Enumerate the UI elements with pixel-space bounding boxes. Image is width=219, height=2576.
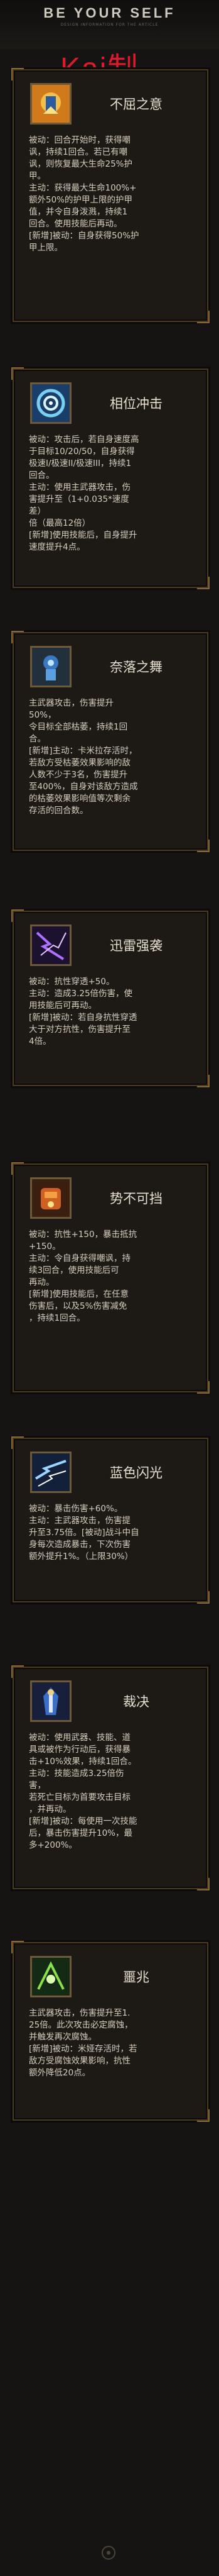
skill-description: 被动：回合开始时，获得嘲 讽，持续1回合。若已有嘲 讽，则恢复最大生命25%护 甲。主… [29, 135, 139, 253]
skill-card: 不屈之意 被动：回合开始时，获得嘲 讽，持续1回合。若已有嘲 讽，则恢复最大生命25… [11, 68, 210, 323]
page-subtitle: DESIGN INFORMATION FOR THE ARTICLE [60, 23, 159, 27]
skill-description: 被动：攻击后，若自身速度高 于目标10/20/50，自身获得 极速I/极速II/极速… [29, 435, 139, 552]
flash-icon [30, 1452, 72, 1493]
skill-name: 蓝色闪光 [110, 1465, 163, 1480]
armor-icon [30, 1177, 72, 1219]
skill-description: 被动：使用武器、技能、道 具或被作为行动后，获得暴 击+10%效果，持续1回合。 主动… [29, 1733, 137, 1850]
skill-card: 裁决 被动：使用武器、技能、道 具或被作为行动后，获得暴 击+10%效果，持续1回合… [11, 1665, 210, 1890]
skill-card: 噩兆 主武器攻击，伤害提升至1. 25倍。此次攻击必定腐蚀， 并触发再次腐蚀。 [新增… [11, 1941, 210, 2122]
skill-card: 蓝色闪光 被动：暴击伤害+60%。 主动：主武器攻击，伤害提 升至3.75倍。[被动… [11, 1436, 210, 1604]
skill-name: 裁决 [123, 1694, 149, 1709]
skill-name: 相位冲击 [110, 396, 163, 411]
omen-icon [30, 1956, 72, 1997]
skill-name: 不屈之意 [110, 97, 163, 112]
skill-description: 主武器攻击，伤害提升50%， 令目标全部枯萎，持续1回 合。 [新增]主动：卡米拉存活… [29, 698, 138, 816]
page-title: BE YOUR SELF [43, 5, 176, 21]
skill-name: 奈落之舞 [110, 660, 163, 675]
skill-description: 被动：暴击伤害+60%。 主动：主武器攻击，伤害提 升至3.75倍。[被动]战斗中自… [29, 1504, 139, 1562]
dancer-icon [30, 646, 72, 687]
footer-logo-icon [102, 2546, 115, 2560]
page-header: BE YOUR SELF DESIGN INFORMATION FOR THE … [0, 0, 219, 49]
skill-description: 主武器攻击，伤害提升至1. 25倍。此次攻击必定腐蚀， 并触发再次腐蚀。 [新增]被动… [29, 2008, 137, 2078]
skill-card: 奈落之舞 主武器攻击，伤害提升50%， 令目标全部枯萎，持续1回 合。 [新增]主动：… [11, 631, 210, 852]
skill-name: 噩兆 [123, 1970, 149, 1985]
warrior-icon [30, 83, 72, 125]
skill-name: 势不可挡 [110, 1191, 163, 1206]
skill-card: 迅雷强袭 被动：抗性穿透+50。 主动：造成3.25倍伤害，使 用技能后可再动。 [新… [11, 909, 210, 1087]
skill-description: 被动：抗性+150，暴击抵抗 +150。 主动：令自身获得嘲讽，持 续3回合，使用技能… [29, 1230, 137, 1323]
knight-icon [30, 1680, 72, 1722]
skill-card: 相位冲击 被动：攻击后，若自身速度高 于目标10/20/50，自身获得 极速I/极速… [11, 367, 210, 589]
skill-card: 势不可挡 被动：抗性+150，暴击抵抗 +150。 主动：令自身获得嘲讽，持 续3回合… [11, 1162, 210, 1394]
skill-description: 被动：抗性穿透+50。 主动：造成3.25倍伤害，使 用技能后可再动。 [新增]被动：… [29, 977, 137, 1046]
vortex-icon [30, 382, 72, 424]
skill-name: 迅雷强袭 [110, 938, 163, 953]
lightning-icon [30, 924, 72, 966]
